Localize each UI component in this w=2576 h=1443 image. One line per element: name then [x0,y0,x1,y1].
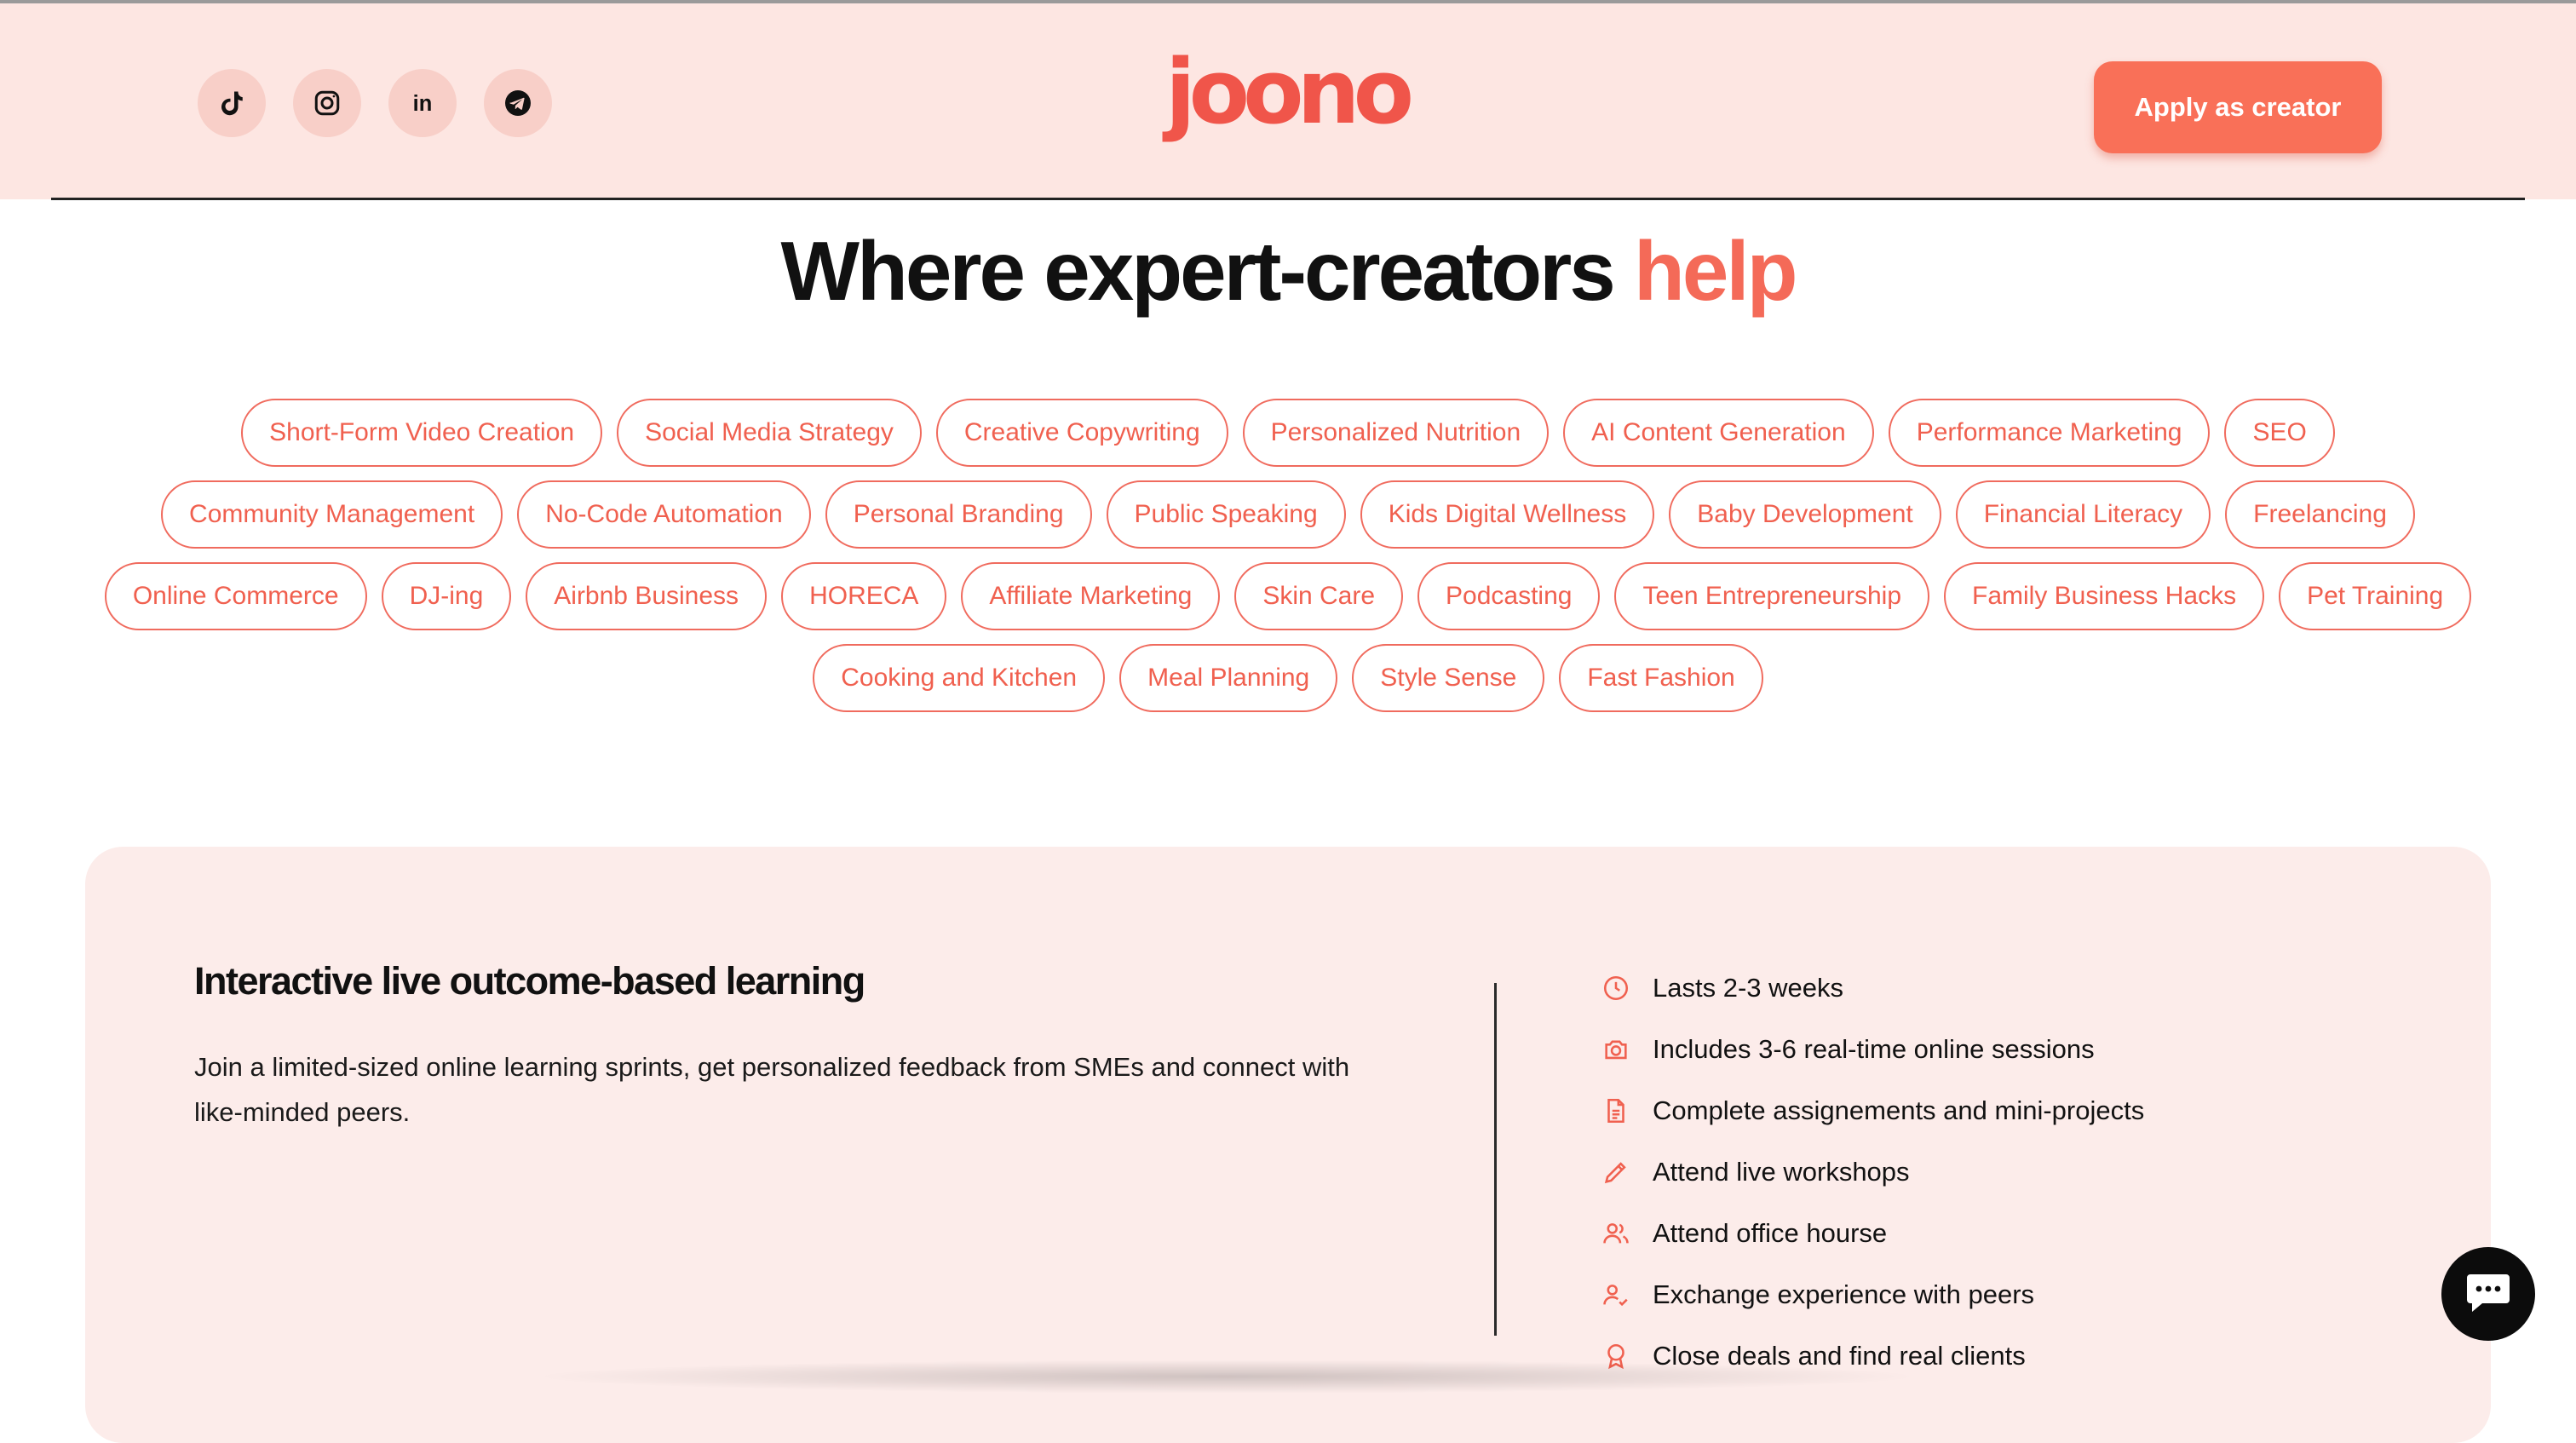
telegram-icon [505,90,531,116]
feature-text: Attend office hourse [1653,1218,1888,1248]
topic-tag[interactable]: Meal Planning [1119,644,1338,712]
card-title: Interactive live outcome-based learning [194,959,865,1003]
feature-text: Includes 3-6 real-time online sessions [1653,1034,2095,1064]
topic-tag[interactable]: Short-Form Video Creation [241,399,603,467]
topic-tag[interactable]: Social Media Strategy [617,399,922,467]
card-description: Join a limited-sized online learning spr… [194,1052,1350,1127]
topic-tag[interactable]: DJ-ing [381,562,512,630]
feature-list: Lasts 2-3 weeks Includes 3-6 real-time o… [1601,957,2144,1387]
site-header: in joono Apply as creator [0,3,2576,199]
document-icon [1601,1096,1630,1125]
topic-tag[interactable]: Community Management [161,480,503,549]
topic-tag[interactable]: Baby Development [1669,480,1941,549]
feature-item: Exchange experience with peers [1601,1264,2144,1325]
social-links: in [198,69,552,137]
topic-tag[interactable]: Cooking and Kitchen [813,644,1106,712]
topic-tag[interactable]: SEO [2224,399,2335,467]
joono-logo[interactable]: joono [1165,41,1414,143]
topic-tag[interactable]: Personal Branding [825,480,1092,549]
chat-bubble-icon [2467,1274,2510,1312]
feature-text: Attend live workshops [1653,1157,1910,1187]
topic-tag[interactable]: Style Sense [1352,644,1545,712]
svg-text:in: in [413,92,433,116]
feature-text: Exchange experience with peers [1653,1279,2035,1309]
topic-tag[interactable]: Financial Literacy [1955,480,2211,549]
card-divider [1494,983,1497,1336]
feature-item: Attend office hourse [1601,1203,2144,1264]
topic-tag[interactable]: AI Content Generation [1563,399,1874,467]
instagram-link[interactable] [293,69,361,137]
topic-tag[interactable]: Teen Entrepreneurship [1614,562,1929,630]
topic-tag[interactable]: Public Speaking [1106,480,1346,549]
topic-tag[interactable]: Personalized Nutrition [1242,399,1550,467]
bottom-shadow [528,1360,1925,1394]
linkedin-icon: in [413,92,433,116]
topic-tag[interactable]: Pet Training [2279,562,2472,630]
users-icon [1601,1219,1630,1248]
pencil-icon [1601,1158,1630,1187]
topic-tag[interactable]: Skin Care [1234,562,1404,630]
linkedin-link[interactable]: in [388,69,457,137]
user-check-icon [1601,1280,1630,1309]
heading-main-text: Where expert-creators [780,224,1616,318]
topic-tag[interactable]: No-Code Automation [517,480,811,549]
tiktok-icon [221,91,243,116]
topic-tag[interactable]: Performance Marketing [1888,399,2211,467]
feature-text: Complete assignements and mini-projects [1653,1095,2145,1125]
topic-tag[interactable]: Family Business Hacks [1944,562,2265,630]
apply-as-creator-button[interactable]: Apply as creator [2094,61,2382,153]
feature-item: Attend live workshops [1601,1141,2144,1203]
topic-tag[interactable]: Freelancing [2225,480,2415,549]
heading-accent-text: help [1634,224,1797,318]
topic-tag[interactable]: Creative Copywriting [935,399,1228,467]
topic-tag-list: Short-Form Video Creation Social Media St… [77,399,2499,712]
chat-widget-button[interactable] [2441,1247,2535,1341]
topic-tag[interactable]: HORECA [781,562,947,630]
topic-tag[interactable]: Online Commerce [104,562,367,630]
feature-item: Complete assignements and mini-projects [1601,1080,2144,1141]
feature-item: Includes 3-6 real-time online sessions [1601,1019,2144,1080]
feature-text: Lasts 2-3 weeks [1653,973,1843,1003]
topic-tag[interactable]: Affiliate Marketing [961,562,1221,630]
telegram-link[interactable] [484,69,552,137]
header-divider [51,198,2525,200]
topic-tag[interactable]: Fast Fashion [1559,644,1763,712]
topic-tag[interactable]: Airbnb Business [526,562,768,630]
instagram-icon [314,90,340,116]
feature-item: Lasts 2-3 weeks [1601,957,2144,1019]
page-heading: Where expert-creators help [0,223,2576,319]
tiktok-link[interactable] [198,69,266,137]
topic-tag[interactable]: Podcasting [1417,562,1601,630]
camera-icon [1601,1035,1630,1064]
clock-icon [1601,974,1630,1003]
topic-tag[interactable]: Kids Digital Wellness [1360,480,1655,549]
